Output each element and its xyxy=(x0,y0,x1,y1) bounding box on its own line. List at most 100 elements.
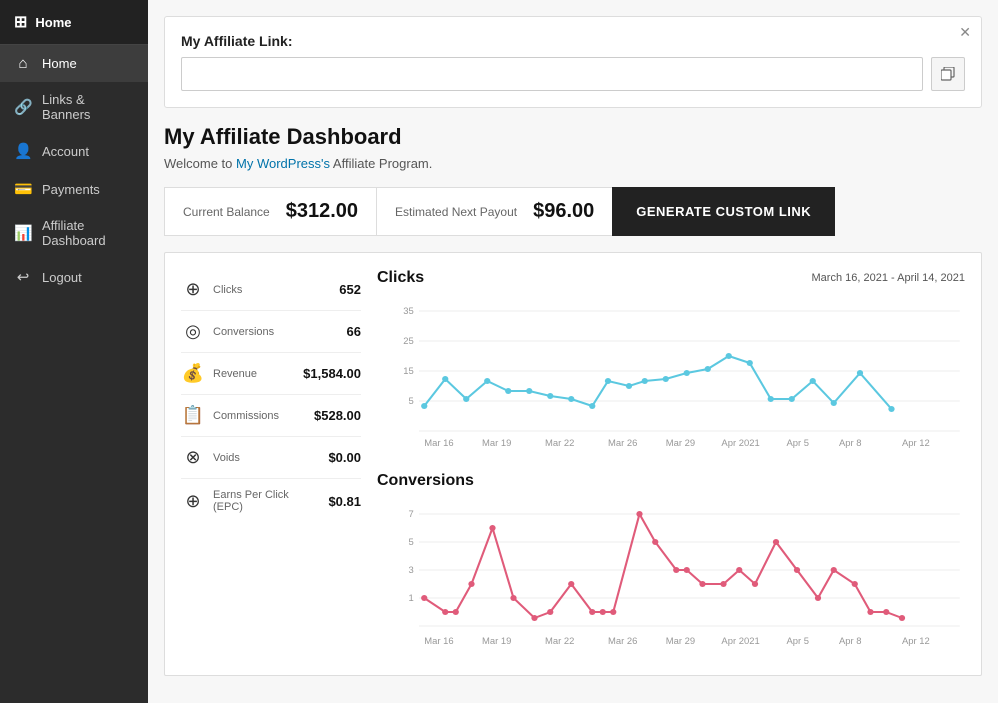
sidebar-item-label: Logout xyxy=(42,270,82,285)
svg-text:Mar 16: Mar 16 xyxy=(424,438,453,448)
svg-text:Mar 19: Mar 19 xyxy=(482,636,511,646)
sidebar-item-affiliate-dashboard[interactable]: 📊 Affiliate Dashboard xyxy=(0,208,148,258)
svg-text:Mar 22: Mar 22 xyxy=(545,636,574,646)
stats-panel: ⊕ Clicks 652 ◎ Conversions 66 💰 xyxy=(181,269,361,659)
stat-info-commissions: Commissions xyxy=(213,410,306,422)
revenue-icon: 💰 xyxy=(181,363,205,384)
conversions-chart-title: Conversions xyxy=(377,472,474,490)
affiliate-dashboard-icon: 📊 xyxy=(14,224,32,242)
sidebar-item-links-banners[interactable]: 🔗 Links & Banners xyxy=(0,82,148,132)
links-icon: 🔗 xyxy=(14,98,32,116)
dashboard-subtitle: Welcome to My WordPress's Affiliate Prog… xyxy=(164,156,982,171)
main-content: ✕ My Affiliate Link: My Affiliate Dashbo… xyxy=(148,0,998,703)
conversions-chart-svg: 7 5 3 1 Mar 16 Mar 19 Mar 22 Mar 26 Mar … xyxy=(377,494,965,654)
voids-icon: ⊗ xyxy=(181,447,205,468)
clicks-chart-title: Clicks xyxy=(377,269,424,287)
conversions-icon: ◎ xyxy=(181,321,205,342)
svg-text:25: 25 xyxy=(403,336,414,346)
clicks-icon: ⊕ xyxy=(181,279,205,300)
copy-link-button[interactable] xyxy=(931,57,965,91)
stat-row-revenue: 💰 Revenue $1,584.00 xyxy=(181,353,361,395)
next-payout-value: $96.00 xyxy=(533,200,594,223)
charts-area: ⊕ Clicks 652 ◎ Conversions 66 💰 xyxy=(164,252,982,676)
sidebar-item-label: Account xyxy=(42,144,89,159)
sidebar-item-home[interactable]: ⌂ Home xyxy=(0,45,148,82)
svg-text:Mar 26: Mar 26 xyxy=(608,438,637,448)
stat-row-epc: ⊕ Earns Per Click (EPC) $0.81 xyxy=(181,479,361,523)
svg-text:Apr 5: Apr 5 xyxy=(787,438,810,448)
svg-text:Mar 29: Mar 29 xyxy=(666,636,695,646)
subtitle-suffix: Affiliate Program. xyxy=(333,156,432,171)
clicks-chart-svg: 35 25 15 5 Mar 16 Mar 19 Mar 22 Mar 26 M… xyxy=(377,291,965,451)
svg-text:5: 5 xyxy=(408,537,413,547)
dashboard-content: My Affiliate Dashboard Welcome to My Wor… xyxy=(148,108,998,692)
sidebar-item-label: Affiliate Dashboard xyxy=(42,218,134,248)
subtitle-text: Welcome to xyxy=(164,156,236,171)
sidebar-item-label: Links & Banners xyxy=(42,92,134,122)
sidebar-item-logout[interactable]: ↩ Logout xyxy=(0,258,148,296)
close-button[interactable]: ✕ xyxy=(959,25,971,39)
home-nav-icon: ⌂ xyxy=(14,55,32,72)
next-payout-box: Estimated Next Payout $96.00 xyxy=(376,187,612,236)
svg-text:1: 1 xyxy=(408,593,413,603)
sidebar-logo-label: Home xyxy=(35,15,71,30)
stat-info-voids: Voids xyxy=(213,452,320,464)
next-payout-label: Estimated Next Payout xyxy=(395,205,517,219)
svg-text:15: 15 xyxy=(403,366,414,376)
home-icon: ⊞ xyxy=(14,12,27,32)
affiliate-link-row xyxy=(181,57,965,91)
svg-text:Apr 8: Apr 8 xyxy=(839,636,862,646)
account-icon: 👤 xyxy=(14,142,32,160)
logout-icon: ↩ xyxy=(14,268,32,286)
sidebar-item-account[interactable]: 👤 Account xyxy=(0,132,148,170)
stats-bar: Current Balance $312.00 Estimated Next P… xyxy=(164,187,982,236)
copy-icon xyxy=(941,67,955,81)
svg-text:Apr 8: Apr 8 xyxy=(839,438,862,448)
conversions-chart-section: Conversions 7 5 3 1 xyxy=(377,472,965,659)
stat-row-voids: ⊗ Voids $0.00 xyxy=(181,437,361,479)
svg-text:Mar 26: Mar 26 xyxy=(608,636,637,646)
conversions-chart-header: Conversions xyxy=(377,472,965,490)
svg-text:Apr 2021: Apr 2021 xyxy=(721,636,759,646)
svg-text:Mar 29: Mar 29 xyxy=(666,438,695,448)
stat-row-commissions: 📋 Commissions $528.00 xyxy=(181,395,361,437)
stat-info-clicks: Clicks xyxy=(213,284,331,296)
sidebar-item-label: Home xyxy=(42,56,77,71)
svg-text:3: 3 xyxy=(408,565,413,575)
current-balance-label: Current Balance xyxy=(183,205,270,219)
affiliate-link-label: My Affiliate Link: xyxy=(181,33,965,49)
svg-text:7: 7 xyxy=(408,509,413,519)
current-balance-box: Current Balance $312.00 xyxy=(164,187,376,236)
svg-text:5: 5 xyxy=(408,396,413,406)
svg-text:Mar 19: Mar 19 xyxy=(482,438,511,448)
stat-info-revenue: Revenue xyxy=(213,368,295,380)
sidebar-item-payments[interactable]: 💳 Payments xyxy=(0,170,148,208)
svg-text:Apr 12: Apr 12 xyxy=(902,438,930,448)
payments-icon: 💳 xyxy=(14,180,32,198)
clicks-date-range[interactable]: March 16, 2021 - April 14, 2021 xyxy=(812,272,965,284)
commissions-icon: 📋 xyxy=(181,405,205,426)
svg-text:Apr 2021: Apr 2021 xyxy=(721,438,759,448)
sidebar-logo: ⊞ Home xyxy=(0,0,148,45)
stat-info-epc: Earns Per Click (EPC) xyxy=(213,489,320,513)
subtitle-link[interactable]: My WordPress's xyxy=(236,156,330,171)
stat-row-conversions: ◎ Conversions 66 xyxy=(181,311,361,353)
sidebar: ⊞ Home ⌂ Home 🔗 Links & Banners 👤 Accoun… xyxy=(0,0,148,703)
svg-text:35: 35 xyxy=(403,306,414,316)
sidebar-item-label: Payments xyxy=(42,182,100,197)
svg-text:Mar 22: Mar 22 xyxy=(545,438,574,448)
stat-row-clicks: ⊕ Clicks 652 xyxy=(181,269,361,311)
epc-icon: ⊕ xyxy=(181,491,205,512)
affiliate-link-input[interactable] xyxy=(181,57,923,91)
svg-text:Apr 12: Apr 12 xyxy=(902,636,930,646)
clicks-chart-header: Clicks March 16, 2021 - April 14, 2021 xyxy=(377,269,965,287)
charts-panel: Clicks March 16, 2021 - April 14, 2021 3… xyxy=(377,269,965,659)
current-balance-value: $312.00 xyxy=(286,200,358,223)
svg-text:Apr 5: Apr 5 xyxy=(787,636,810,646)
generate-custom-link-button[interactable]: GENERATE CUSTOM LINK xyxy=(612,187,835,236)
stat-info-conversions: Conversions xyxy=(213,326,339,338)
affiliate-link-card: ✕ My Affiliate Link: xyxy=(164,16,982,108)
page-title: My Affiliate Dashboard xyxy=(164,124,982,150)
clicks-chart-section: Clicks March 16, 2021 - April 14, 2021 3… xyxy=(377,269,965,456)
svg-text:Mar 16: Mar 16 xyxy=(424,636,453,646)
